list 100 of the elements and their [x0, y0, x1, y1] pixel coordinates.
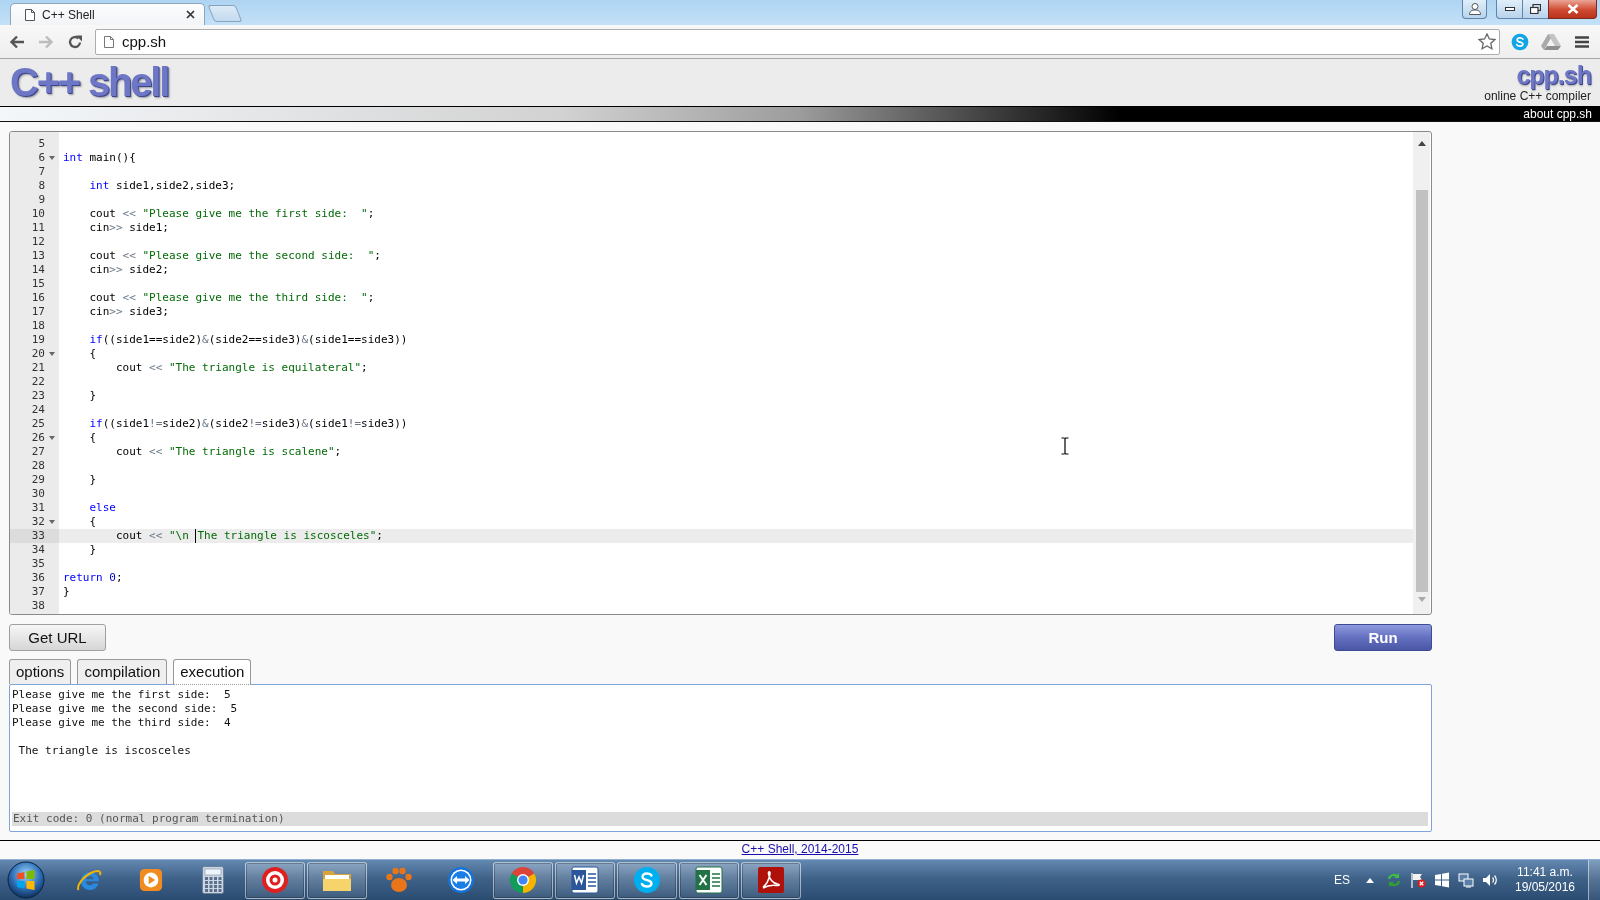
line-number: 24	[30, 403, 45, 417]
profile-button[interactable]	[1462, 0, 1487, 19]
back-icon[interactable]	[9, 34, 25, 49]
menu-icon[interactable]	[1575, 35, 1589, 48]
taskbar-button[interactable]	[555, 861, 615, 899]
taskbar-button[interactable]	[493, 861, 553, 899]
text-cursor	[195, 529, 197, 543]
person-icon	[1468, 3, 1481, 15]
line-number: 26	[30, 431, 45, 445]
restore-icon	[1530, 4, 1541, 14]
code-line: }	[88, 543, 97, 557]
play-icon	[139, 868, 163, 892]
taskbar-button[interactable]	[617, 861, 677, 899]
code-line: cout << "Please give me the first side: ";	[88, 207, 375, 221]
line-number: 21	[30, 361, 45, 375]
minimize-icon	[1504, 7, 1515, 11]
code-line: {	[88, 431, 97, 445]
line-number: 10	[30, 207, 45, 221]
line-number: 22	[30, 375, 45, 389]
code-line: {	[88, 347, 97, 361]
scrollbar[interactable]	[1413, 132, 1430, 614]
show-desktop-button[interactable]	[1588, 859, 1600, 900]
run-button[interactable]: Run	[1334, 624, 1432, 651]
code-line: return 0;	[63, 571, 123, 585]
fold-arrow-icon[interactable]	[49, 352, 55, 356]
segmented-circle-icon	[509, 866, 537, 894]
line-number: 35	[30, 557, 45, 571]
fold-arrow-icon[interactable]	[49, 520, 55, 524]
line-number: 17	[30, 305, 45, 319]
line-number: 25	[30, 417, 45, 431]
code-line: if((side1!=side2)&(side2!=side3)&(side1!=side3))	[88, 417, 408, 431]
clock-time[interactable]: 11:41 a.m.	[1517, 865, 1573, 880]
clock-date[interactable]: 19/05/2016	[1514, 880, 1576, 895]
sync-arrows-icon[interactable]	[1386, 872, 1402, 888]
triangle-logo-icon[interactable]	[1541, 33, 1561, 50]
browser-tab[interactable]: C++ Shell	[10, 3, 205, 25]
code-line: cout << "The triangle is scalene";	[114, 445, 342, 459]
close-icon[interactable]	[186, 10, 195, 19]
line-number: 19	[30, 333, 45, 347]
close-icon	[1566, 4, 1579, 14]
code-line: cout << "Please give me the third side: ";	[88, 291, 375, 305]
code-line: if((side1==side2)&(side2==side3)&(side1==side3))	[88, 333, 408, 347]
program-output: Please give me the first side: 5 Please give me the second side: 5 Please give me the third side: 4 The triangle is iscosceles	[12, 688, 239, 759]
speaker-icon[interactable]	[1482, 872, 1498, 888]
address-field[interactable]: cpp.sh	[95, 28, 1500, 55]
swirl-tile-icon	[757, 866, 785, 894]
taskbar-button[interactable]	[307, 861, 367, 899]
site-name: cpp.sh	[1515, 62, 1591, 89]
w-document-icon	[571, 866, 599, 894]
language-indicator[interactable]: ES	[1334, 873, 1350, 887]
page-icon	[25, 8, 35, 21]
line-number: 31	[30, 501, 45, 515]
scrollbar-thumb[interactable]	[1415, 190, 1428, 592]
line-number: 11	[30, 221, 45, 235]
line-number: 9	[37, 193, 45, 207]
code-line: }	[63, 585, 70, 599]
get-url-button[interactable]: Get URL	[9, 624, 106, 651]
code-line: cout << "Please give me the second side: ";	[88, 249, 381, 263]
footer-link[interactable]: C++ Shell, 2014-2015	[741, 842, 859, 857]
line-number: 14	[30, 263, 45, 277]
code-line: int side1,side2,side3;	[88, 179, 236, 193]
taskbar-button[interactable]	[741, 861, 801, 899]
site-tagline: online C++ compiler	[1484, 89, 1591, 103]
line-number: 37	[30, 585, 45, 599]
line-number: 6	[37, 151, 45, 165]
code-line: }	[88, 389, 97, 403]
about-link[interactable]: about cpp.sh	[1523, 107, 1592, 121]
minimize-button[interactable]	[1496, 0, 1522, 19]
line-number: 12	[30, 235, 45, 249]
window-grid-icon[interactable]	[1434, 872, 1450, 888]
taskbar-button[interactable]	[245, 861, 305, 899]
reload-icon[interactable]	[67, 33, 83, 50]
line-number: 8	[37, 179, 45, 193]
scroll-up-icon[interactable]	[1417, 141, 1426, 146]
fold-arrow-icon[interactable]	[49, 156, 55, 160]
code-line: cin>> side1;	[88, 221, 169, 235]
fold-arrow-icon[interactable]	[49, 436, 55, 440]
code-line: cout << "The triangle is equilateral";	[114, 361, 368, 375]
line-number: 32	[30, 515, 45, 529]
output-tab[interactable]: compilation	[77, 659, 168, 684]
calculator-icon	[202, 866, 224, 894]
output-tab[interactable]: execution	[173, 659, 252, 685]
exit-status: Exit code: 0 (normal program termination)	[12, 812, 1428, 826]
monitor-icon[interactable]	[1458, 872, 1474, 888]
folder-icon	[322, 868, 352, 892]
site-logo: C++ shell	[10, 59, 169, 106]
paw-icon	[385, 866, 413, 894]
line-number: 33	[30, 529, 45, 543]
output-tab[interactable]: options	[9, 659, 72, 684]
target-icon	[261, 866, 289, 894]
taskbar-button[interactable]	[679, 861, 739, 899]
code-line: {	[88, 515, 97, 529]
show-hidden-icons-icon[interactable]	[1366, 877, 1374, 883]
close-button[interactable]	[1548, 0, 1597, 19]
star-icon[interactable]	[1478, 33, 1496, 50]
flag-x-icon[interactable]	[1410, 872, 1426, 888]
restore-button[interactable]	[1522, 0, 1548, 19]
s-logo-icon[interactable]	[1511, 32, 1529, 51]
code-line: }	[88, 473, 97, 487]
ibeam-pointer-icon	[1061, 437, 1069, 455]
